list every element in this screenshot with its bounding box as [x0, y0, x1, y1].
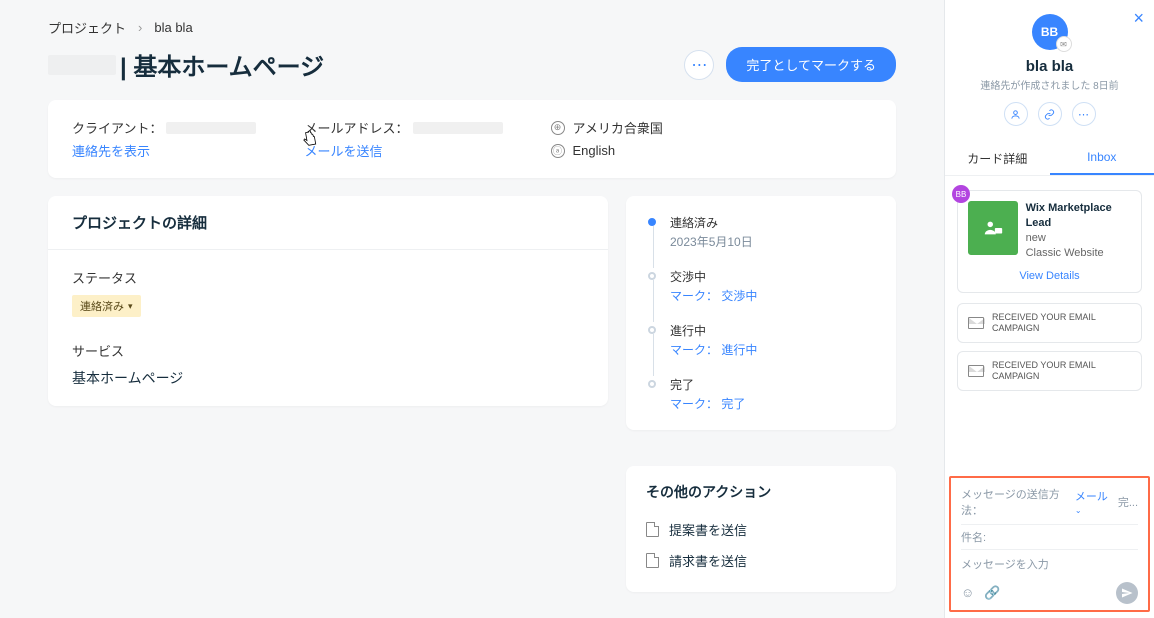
service-value: 基本ホームページ — [72, 368, 584, 388]
view-contact-link[interactable]: 連絡先を表示 — [72, 141, 256, 160]
timeline-mark-link[interactable]: マーク： 交渉中 — [670, 287, 757, 304]
client-label: クライアント： — [72, 118, 256, 137]
language-icon: ⓐ — [551, 144, 565, 158]
page-title-text: | 基本ホームページ — [120, 47, 324, 82]
page-title: | 基本ホームページ — [48, 47, 324, 82]
email-event-card[interactable]: RECEIVED YOUR EMAIL CAMPAIGN — [957, 303, 1142, 343]
breadcrumb: プロジェクト › bla bla — [48, 18, 896, 37]
subject-input[interactable]: 件名: — [961, 524, 1138, 549]
compose-method-dropdown[interactable]: メール ⌄ — [1075, 488, 1114, 516]
more-button[interactable]: ⋯ — [684, 50, 714, 80]
timeline-dot — [648, 380, 656, 388]
emoji-icon[interactable]: ☺ — [961, 585, 974, 601]
attachment-icon[interactable]: 🔗 — [984, 585, 1000, 601]
country-value: アメリカ合衆国 — [573, 118, 663, 137]
lead-thumbnail — [968, 201, 1018, 255]
email-event-card[interactable]: RECEIVED YOUR EMAIL CAMPAIGN — [957, 351, 1142, 391]
message-input[interactable]: メッセージを入力 — [961, 549, 1138, 582]
chevron-right-icon: › — [138, 20, 142, 35]
document-icon — [646, 553, 659, 568]
language-value: English — [573, 143, 616, 158]
timeline-dot — [648, 326, 656, 334]
contact-name: bla bla — [957, 58, 1142, 75]
timeline-date: 2023年5月10日 — [670, 233, 753, 250]
timeline-title: 交渉中 — [670, 268, 757, 285]
timeline-item: 進行中 マーク： 進行中 — [648, 322, 874, 358]
language-row: ⓐ English — [551, 143, 663, 158]
title-placeholder — [48, 55, 116, 75]
more-icon[interactable]: ⋯ — [1072, 102, 1096, 126]
timeline-title: 進行中 — [670, 322, 757, 339]
mail-icon — [968, 365, 984, 377]
contact-subtitle: 連絡先が作成されました 8日前 — [957, 77, 1142, 92]
email-event-text: RECEIVED YOUR EMAIL CAMPAIGN — [992, 312, 1131, 334]
lead-card: BB Wix Marketplace Lead new Classic Webs… — [957, 190, 1142, 293]
send-email-link[interactable]: メールを送信 — [304, 141, 502, 160]
timeline-card: 連絡済み 2023年5月10日 交渉中 マーク： 交渉中 進行中 マーク： 進行… — [626, 196, 896, 430]
globe-icon: ⊕ — [551, 121, 565, 135]
compose-done-fragment: 完... — [1118, 494, 1138, 510]
action-row[interactable]: 請求書を送信 — [646, 545, 876, 576]
chevron-down-icon: ▾ — [128, 301, 133, 312]
page-title-row: | 基本ホームページ ⋯ 完了としてマークする — [48, 47, 896, 82]
user-icon[interactable] — [1004, 102, 1028, 126]
mail-icon — [968, 317, 984, 329]
tab-card-details[interactable]: カード詳細 — [945, 142, 1050, 175]
lead-sub1: new — [1026, 231, 1131, 246]
timeline-item: 連絡済み 2023年5月10日 — [648, 214, 874, 250]
country-row: ⊕ アメリカ合衆国 — [551, 118, 663, 137]
side-panel: × BB ✉ bla bla 連絡先が作成されました 8日前 ⋯ カード詳細 I… — [944, 0, 1154, 618]
timeline-title: 完了 — [670, 376, 745, 393]
project-details-card: プロジェクトの詳細 ステータス 連絡済み ▾ サービス 基本ホームページ — [48, 196, 608, 406]
action-label: 提案書を送信 — [669, 520, 747, 539]
tab-inbox[interactable]: Inbox — [1050, 142, 1154, 175]
timeline-item: 交渉中 マーク： 交渉中 — [648, 268, 874, 304]
lead-badge: BB — [952, 185, 970, 203]
timeline-mark-link[interactable]: マーク： 進行中 — [670, 341, 757, 358]
details-header: プロジェクトの詳細 — [48, 196, 608, 250]
action-row[interactable]: 提案書を送信 — [646, 514, 876, 545]
other-actions-card: その他のアクション 提案書を送信請求書を送信 — [626, 466, 896, 592]
compose-method-label: メッセージの送信方法： — [961, 486, 1071, 518]
email-event-text: RECEIVED YOUR EMAIL CAMPAIGN — [992, 360, 1131, 382]
status-label: ステータス — [72, 268, 584, 287]
compose-area: メッセージの送信方法： メール ⌄ 完... 件名: メッセージを入力 ☺ 🔗 — [949, 476, 1150, 612]
breadcrumb-root[interactable]: プロジェクト — [48, 18, 126, 37]
view-details-link[interactable]: View Details — [968, 270, 1131, 282]
email-label: メールアドレス： — [304, 118, 502, 137]
timeline-dot — [648, 272, 656, 280]
timeline-dot — [648, 218, 656, 226]
document-icon — [646, 522, 659, 537]
link-icon[interactable] — [1038, 102, 1062, 126]
lead-sub2: Classic Website — [1026, 246, 1131, 261]
action-label: 請求書を送信 — [669, 551, 747, 570]
timeline-item: 完了 マーク： 完了 — [648, 376, 874, 412]
breadcrumb-current: bla bla — [154, 20, 192, 35]
client-info-card: クライアント： 連絡先を表示 メールアドレス： メールを送信 ⊕ アメリカ合衆国… — [48, 100, 896, 178]
other-actions-title: その他のアクション — [646, 482, 876, 502]
close-icon[interactable]: × — [1133, 8, 1144, 29]
service-label: サービス — [72, 341, 584, 360]
status-badge[interactable]: 連絡済み ▾ — [72, 295, 141, 317]
main-content: プロジェクト › bla bla | 基本ホームページ ⋯ 完了としてマークする… — [0, 0, 944, 618]
send-button[interactable] — [1116, 582, 1138, 604]
mark-done-button[interactable]: 完了としてマークする — [726, 47, 896, 82]
avatar-sub-icon: ✉ — [1056, 36, 1072, 52]
timeline-title: 連絡済み — [670, 214, 753, 231]
timeline-mark-link[interactable]: マーク： 完了 — [670, 395, 745, 412]
lead-title: Wix Marketplace Lead — [1026, 201, 1131, 231]
